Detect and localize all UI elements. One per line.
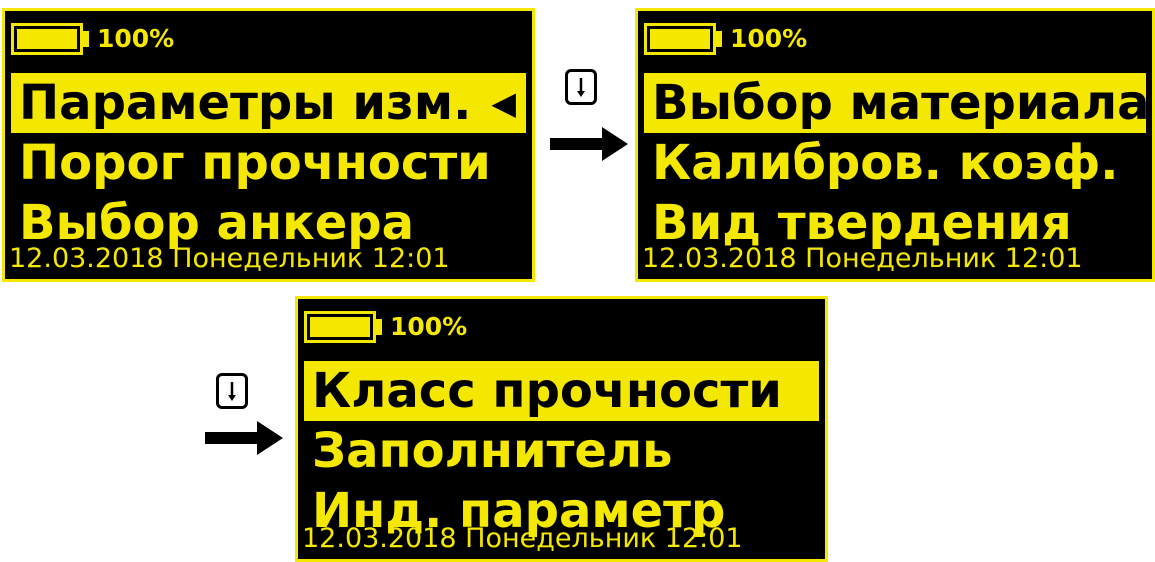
right-arrow-icon: [205, 421, 283, 459]
menu-item-label: Порог прочности: [19, 135, 491, 191]
menu-list: Параметры изм. ◀ Порог прочности Выбор а…: [11, 73, 526, 253]
menu-item-calibration-coef[interactable]: Калибров. коэф.: [644, 133, 1146, 193]
menu-item-material-select[interactable]: Выбор материала: [644, 73, 1150, 133]
date-time-footer: 12.03.2018 Понедельник 12:01: [9, 243, 450, 274]
menu-item-strength-threshold[interactable]: Порог прочности: [11, 133, 526, 193]
status-bar: 100%: [638, 11, 1152, 71]
arrow-down-key-icon: [216, 373, 248, 409]
menu-item-label: Класс прочности: [312, 363, 782, 419]
battery-percent: 100%: [390, 312, 468, 341]
menu-screen-3: 100% Класс прочности Заполнитель Инд. па…: [295, 296, 828, 562]
date-time-footer: 12.03.2018 Понедельник 12:01: [302, 523, 743, 554]
battery-icon: [644, 23, 716, 55]
menu-list: Класс прочности Заполнитель Инд. парамет…: [304, 361, 819, 541]
date-time-footer: 12.03.2018 Понедельник 12:01: [642, 243, 1083, 274]
menu-item-label: Заполнитель: [312, 423, 673, 479]
menu-item-label: Выбор материала: [652, 75, 1150, 131]
menu-screen-1: 100% Параметры изм. ◀ Порог прочности Вы…: [2, 8, 535, 282]
menu-item-label: Параметры изм.: [19, 75, 472, 131]
status-bar: 100%: [298, 299, 825, 359]
status-bar: 100%: [5, 11, 532, 71]
menu-item-filler[interactable]: Заполнитель: [304, 421, 819, 481]
menu-list: Выбор материала Калибров. коэф. Вид твер…: [644, 73, 1150, 253]
cursor-left-icon: ◀: [491, 84, 516, 122]
battery-tip: [83, 31, 89, 47]
battery-tip: [716, 31, 722, 47]
arrow-down-key-icon: [565, 69, 597, 105]
right-arrow-icon: [550, 127, 628, 165]
menu-item-parameters[interactable]: Параметры изм. ◀: [11, 73, 526, 133]
menu-item-label: Калибров. коэф.: [652, 135, 1119, 191]
battery-tip: [376, 319, 382, 335]
battery-icon: [11, 23, 83, 55]
menu-item-strength-class[interactable]: Класс прочности: [304, 361, 819, 421]
battery-percent: 100%: [730, 24, 808, 53]
battery-percent: 100%: [97, 24, 175, 53]
menu-screen-2: 100% Выбор материала Калибров. коэф. Вид…: [635, 8, 1155, 282]
battery-icon: [304, 311, 376, 343]
